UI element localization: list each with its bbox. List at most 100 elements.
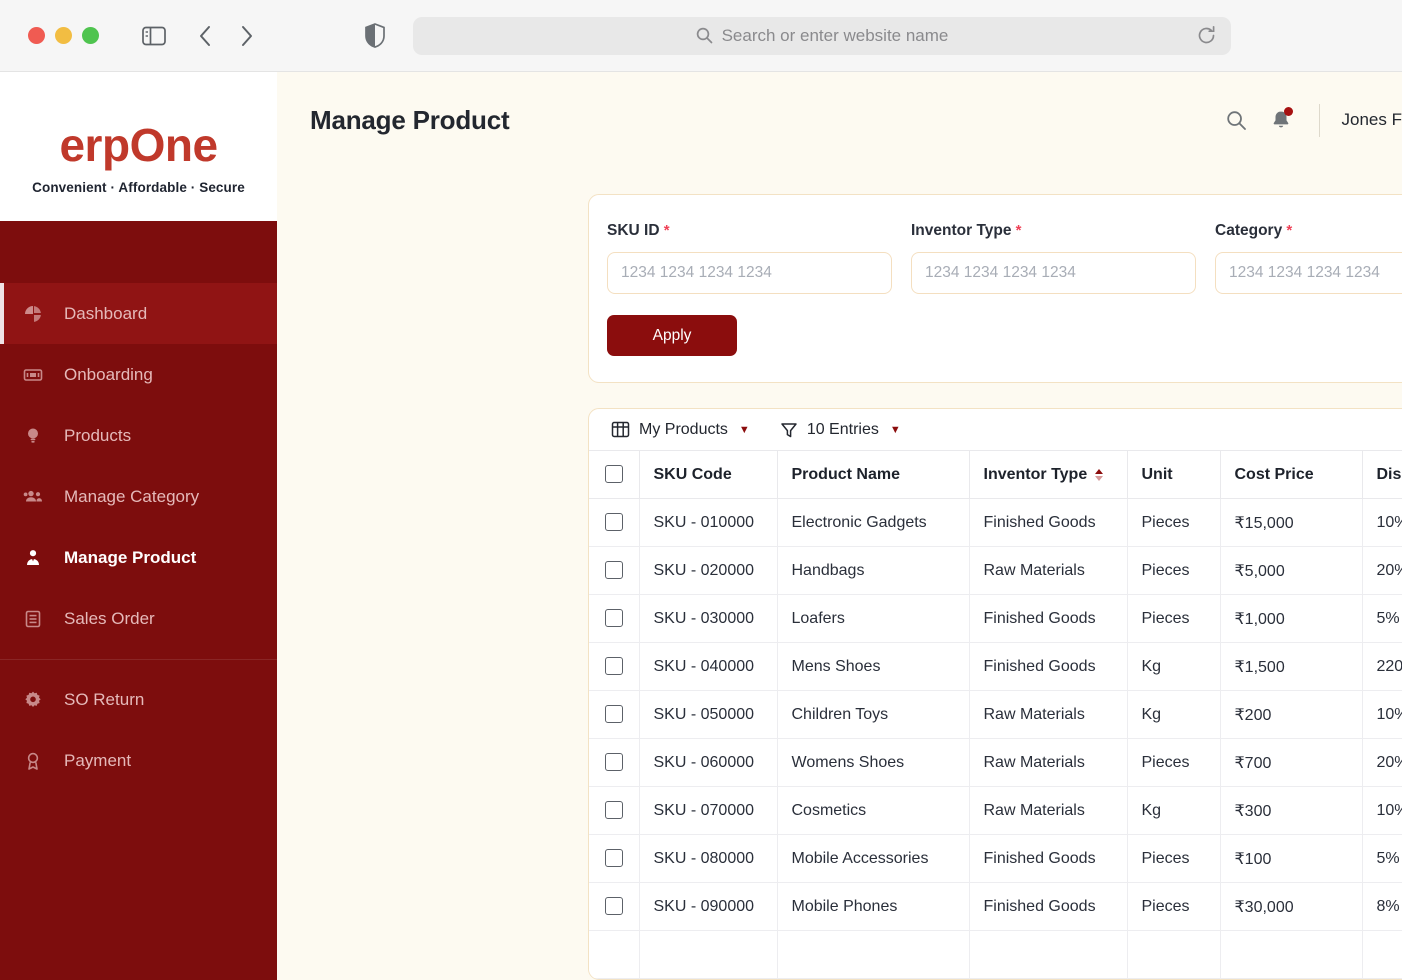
- row-select-cell[interactable]: [589, 930, 640, 979]
- user-name-label[interactable]: Jones F: [1342, 110, 1402, 130]
- cell-product-name: Mobile Phones: [777, 882, 970, 931]
- cell-cost-price: [1220, 930, 1363, 979]
- cell-product-name: Electronic Gadgets: [777, 498, 970, 547]
- row-checkbox[interactable]: [604, 513, 623, 532]
- reload-icon[interactable]: [1196, 25, 1217, 46]
- sidebar-item-so-return[interactable]: SO Return: [0, 669, 277, 730]
- column-header-unit[interactable]: Unit: [1127, 450, 1221, 499]
- column-header-label: Inventor Type: [983, 465, 1088, 483]
- cell-unit: Pieces: [1127, 498, 1221, 547]
- cell-discount: 10%: [1362, 690, 1402, 739]
- cell-sku-code: SKU - 080000: [639, 834, 778, 883]
- filter-field-inventor-type: Inventor Type *: [911, 222, 1215, 294]
- table-row[interactable]: SKU - 030000 Loafers Finished Goods Piec…: [589, 594, 1402, 643]
- sidebar-item-onboarding[interactable]: Onboarding: [0, 344, 277, 405]
- minimize-window-button[interactable]: [55, 27, 72, 44]
- row-checkbox[interactable]: [604, 897, 623, 916]
- column-header-inventor-type[interactable]: Inventor Type: [969, 450, 1128, 499]
- table-row[interactable]: SKU - 060000 Womens Shoes Raw Materials …: [589, 738, 1402, 787]
- filter-label-text: Inventor Type: [911, 222, 1012, 239]
- table-row[interactable]: SKU - 090000 Mobile Phones Finished Good…: [589, 882, 1402, 931]
- required-asterisk: *: [659, 222, 670, 239]
- sidebar-nav: Dashboard Onboarding Products Manage Cat…: [0, 221, 277, 980]
- maximize-window-button[interactable]: [82, 27, 99, 44]
- row-select-cell[interactable]: [589, 594, 640, 643]
- products-table: SKU Code Product Name Inventor Type Unit…: [589, 450, 1402, 979]
- sidebar-item-label: Payment: [64, 750, 132, 770]
- row-checkbox[interactable]: [604, 561, 623, 580]
- sidebar-item-manage-category[interactable]: Manage Category: [0, 466, 277, 527]
- sidebar-item-products[interactable]: Products: [0, 405, 277, 466]
- table-row[interactable]: SKU - 040000 Mens Shoes Finished Goods K…: [589, 642, 1402, 691]
- apply-button[interactable]: Apply: [607, 315, 737, 356]
- row-select-cell[interactable]: [589, 642, 640, 691]
- column-header-discount[interactable]: Discount: [1362, 450, 1402, 499]
- sidebar-item-manage-product[interactable]: Manage Product: [0, 527, 277, 588]
- cell-sku-code: SKU - 090000: [639, 882, 778, 931]
- view-selector[interactable]: My Products ▼: [611, 420, 750, 439]
- table-row[interactable]: SKU - 050000 Children Toys Raw Materials…: [589, 690, 1402, 739]
- row-select-cell[interactable]: [589, 738, 640, 787]
- sidebar-item-payment[interactable]: Payment: [0, 730, 277, 791]
- cell-cost-price: ₹700: [1220, 738, 1363, 787]
- table-row[interactable]: SKU - 080000 Mobile Accessories Finished…: [589, 834, 1402, 883]
- cell-product-name: [777, 930, 970, 979]
- table-row[interactable]: SKU - 020000 Handbags Raw Materials Piec…: [589, 546, 1402, 595]
- row-checkbox[interactable]: [604, 657, 623, 676]
- sort-icon[interactable]: [1095, 468, 1104, 481]
- url-bar[interactable]: Search or enter website name: [413, 16, 1231, 55]
- column-header-cost-price[interactable]: Cost Price: [1220, 450, 1363, 499]
- entries-selector[interactable]: 10 Entries ▼: [780, 421, 901, 439]
- cell-sku-code: SKU - 040000: [639, 642, 778, 691]
- notifications-bell-icon[interactable]: [1259, 98, 1303, 142]
- filter-icon: [781, 422, 797, 437]
- select-all-checkbox[interactable]: [604, 465, 623, 484]
- back-icon[interactable]: [187, 17, 225, 55]
- category-input[interactable]: [1215, 252, 1402, 294]
- gear-icon: [22, 689, 44, 711]
- cell-inventor-type: Finished Goods: [969, 498, 1128, 547]
- cell-product-name: Handbags: [777, 546, 970, 595]
- row-checkbox[interactable]: [604, 705, 623, 724]
- view-selector-label: My Products: [639, 420, 728, 438]
- cell-unit: Pieces: [1127, 882, 1221, 931]
- row-select-cell[interactable]: [589, 882, 640, 931]
- sidebar-item-dashboard[interactable]: Dashboard: [0, 283, 277, 344]
- cell-product-name: Cosmetics: [777, 786, 970, 835]
- sidebar-item-sales-order[interactable]: Sales Order: [0, 588, 277, 649]
- cell-unit: [1127, 930, 1221, 979]
- cell-unit: Pieces: [1127, 738, 1221, 787]
- table-row[interactable]: SKU - 070000 Cosmetics Raw Materials Kg …: [589, 786, 1402, 835]
- sidebar-divider: [0, 659, 277, 660]
- sidebar-item-label: Sales Order: [64, 608, 155, 628]
- row-checkbox[interactable]: [604, 609, 623, 628]
- shield-icon[interactable]: [365, 23, 385, 48]
- row-checkbox[interactable]: [604, 753, 623, 772]
- cell-discount: 5%: [1362, 594, 1402, 643]
- row-checkbox[interactable]: [604, 849, 623, 868]
- cell-unit: Pieces: [1127, 834, 1221, 883]
- column-header-sku-code[interactable]: SKU Code: [639, 450, 778, 499]
- sidebar-toggle-icon[interactable]: [135, 17, 173, 55]
- sku-id-input[interactable]: [607, 252, 892, 294]
- row-select-cell[interactable]: [589, 498, 640, 547]
- header-search-icon[interactable]: [1215, 98, 1259, 142]
- column-header-product-name[interactable]: Product Name: [777, 450, 970, 499]
- filter-label-sku-id: SKU ID *: [607, 222, 911, 240]
- forward-icon[interactable]: [227, 17, 265, 55]
- inventor-type-input[interactable]: [911, 252, 1196, 294]
- row-select-cell[interactable]: [589, 834, 640, 883]
- row-checkbox[interactable]: [604, 801, 623, 820]
- row-select-cell[interactable]: [589, 690, 640, 739]
- table-row[interactable]: SKU - 010000 Electronic Gadgets Finished…: [589, 498, 1402, 547]
- card-icon: [22, 364, 44, 386]
- cell-product-name: Loafers: [777, 594, 970, 643]
- cell-inventor-type: Raw Materials: [969, 786, 1128, 835]
- row-select-cell[interactable]: [589, 786, 640, 835]
- window-controls[interactable]: [28, 27, 99, 44]
- row-select-cell[interactable]: [589, 546, 640, 595]
- select-all-header[interactable]: [589, 450, 640, 499]
- cell-sku-code: SKU - 060000: [639, 738, 778, 787]
- close-window-button[interactable]: [28, 27, 45, 44]
- table-row[interactable]: [589, 930, 1402, 979]
